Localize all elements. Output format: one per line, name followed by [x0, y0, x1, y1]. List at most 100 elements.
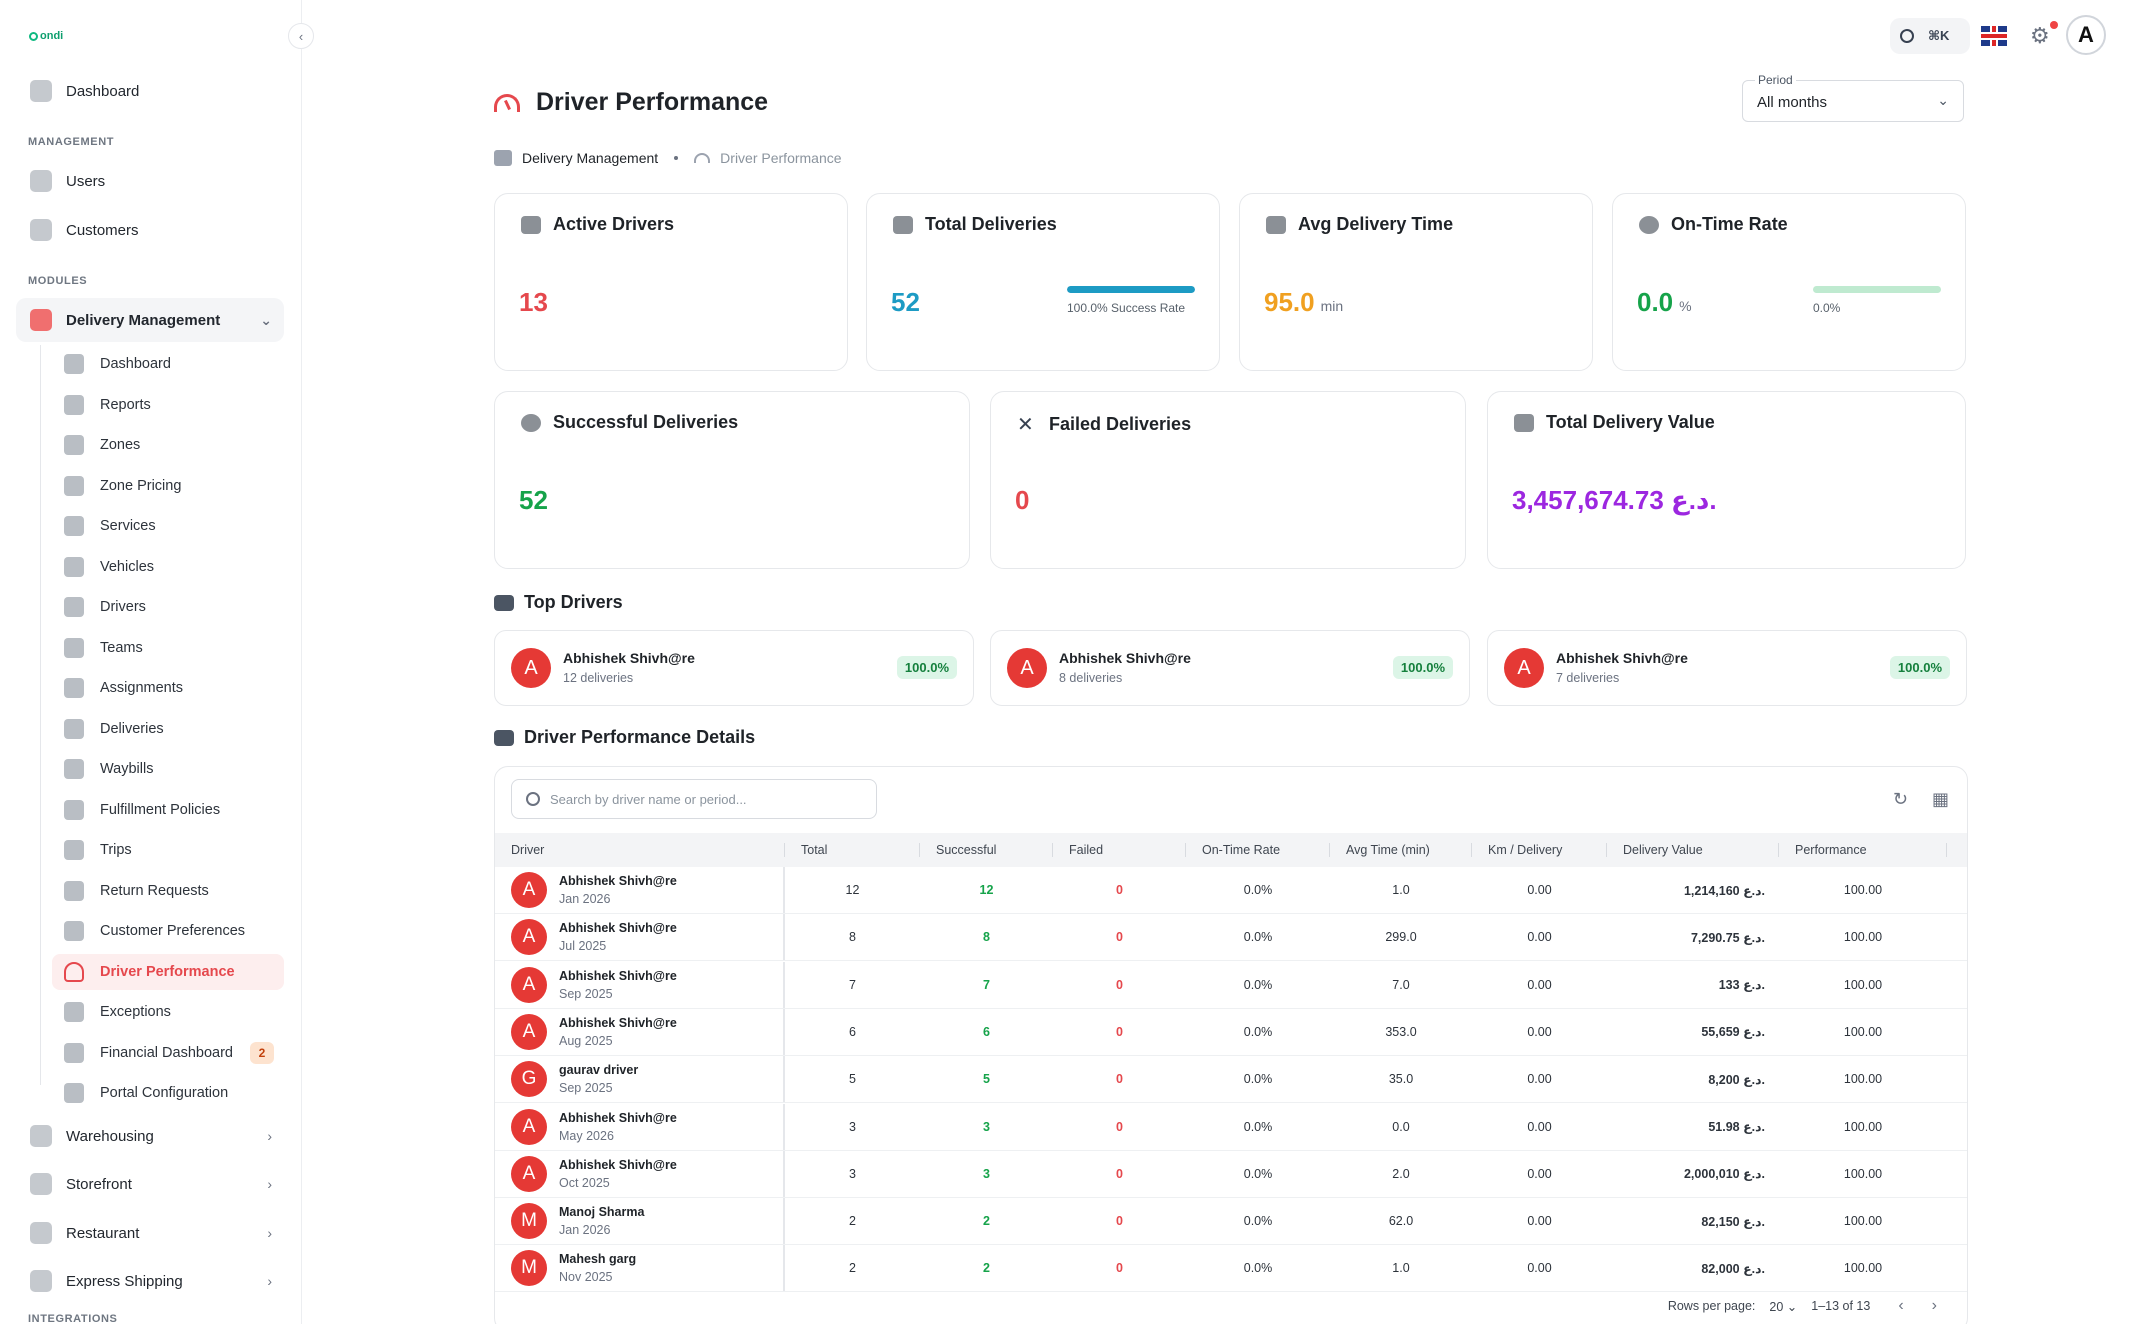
table-row[interactable]: A Abhishek Shivh@re Jul 2025 8 8 0 0.0% 299.0 0.…	[495, 914, 1967, 962]
sidebar-item-restaurant[interactable]: Restaurant ›	[16, 1211, 284, 1255]
user-avatar[interactable]: A	[2066, 15, 2106, 55]
sidebar-subitem-services[interactable]: Services	[52, 508, 284, 544]
app-logo[interactable]: ondi	[29, 30, 63, 42]
chevron-down-icon: ⌄	[260, 311, 272, 328]
sidebar-subitem-trips[interactable]: Trips	[52, 832, 284, 868]
sidebar-subitem-vehicles[interactable]: Vehicles	[52, 549, 284, 585]
search-placeholder: Search by driver name or period...	[550, 791, 747, 807]
column-header[interactable]: Failed	[1053, 843, 1186, 857]
table-row[interactable]: A Abhishek Shivh@re Oct 2025 3 3 0 0.0% 2.0 0.00…	[495, 1150, 1967, 1198]
sidebar-subitem-deliveries[interactable]: Deliveries	[52, 711, 284, 747]
cell-avg-time: 0.0	[1392, 1119, 1410, 1134]
top-driver-card[interactable]: A Abhishek Shivh@re 7 deliveries 100.0%	[1487, 630, 1967, 706]
stat-label: Failed Deliveries	[1049, 414, 1192, 434]
submenu-item-icon	[64, 435, 84, 455]
language-flag-icon[interactable]	[1981, 26, 2007, 46]
driver-period: Aug 2025	[559, 1033, 613, 1048]
restaurant-icon	[30, 1222, 52, 1244]
sidebar-item-customers[interactable]: Customers	[16, 208, 284, 252]
sidebar-subitem-return-requests[interactable]: Return Requests	[52, 873, 284, 909]
sidebar-subitem-assignments[interactable]: Assignments	[52, 670, 284, 706]
stat-unit: min	[1320, 298, 1344, 314]
cell-km: 0.00	[1527, 1166, 1552, 1181]
sidebar-subitem-label: Trips	[100, 842, 132, 858]
search-input[interactable]: Search by driver name or period...	[511, 779, 877, 819]
stat-value: 95.0	[1264, 287, 1315, 317]
period-value: All months	[1757, 94, 1828, 111]
rows-per-page-select[interactable]: 20 ⌄	[1769, 1299, 1797, 1314]
table-row[interactable]: Ggaurav driver Sep 2025 5 5 0 0.0% 35.0 0.00 8,2…	[495, 1056, 1967, 1104]
submenu-item-icon	[64, 597, 84, 617]
sidebar-subitem-exceptions[interactable]: Exceptions	[52, 994, 284, 1030]
sidebar-item-warehousing[interactable]: Warehousing ›	[16, 1114, 284, 1158]
submenu-item-icon	[64, 475, 84, 496]
sidebar-subitem-waybills[interactable]: Waybills	[52, 751, 284, 787]
period-select[interactable]: Period All months ⌄	[1742, 73, 1964, 122]
column-header[interactable]: On-Time Rate	[1186, 843, 1330, 857]
sidebar-subitem-financial-dashboard[interactable]: Financial Dashboard 2	[52, 1035, 284, 1071]
sidebar-item-storefront[interactable]: Storefront ›	[16, 1162, 284, 1206]
table-header: Driver Total Successful Failed On-Time Rate A…	[495, 833, 1967, 867]
sidebar-subitem-driver-performance[interactable]: Driver Performance	[52, 953, 284, 990]
sidebar-item-dashboard[interactable]: Dashboard	[16, 69, 284, 113]
table-row[interactable]: A Abhishek Shivh@re Jan 2026 12 12 0 0.0% 1.0 0.…	[495, 867, 1967, 914]
table-row[interactable]: A Abhishek Shivh@re Aug 2025 6 6 0 0.0% 353.0 0.…	[495, 1008, 1967, 1056]
logo-mark-icon	[29, 31, 38, 41]
sidebar-subitem-reports[interactable]: Reports	[52, 387, 284, 423]
gear-icon: ⚙	[2030, 23, 2050, 48]
cell-value: 55,659 د.ع.	[1701, 1025, 1765, 1040]
sidebar-subitem-zones[interactable]: Zones	[52, 427, 284, 463]
sidebar-subitem-zone-pricing[interactable]: Zone Pricing	[52, 468, 284, 504]
sidebar-item-express-shipping[interactable]: Express Shipping ›	[16, 1259, 284, 1303]
stat-value: 52	[519, 485, 548, 515]
prev-page-button[interactable]: ‹	[1898, 1297, 1903, 1315]
next-page-button[interactable]: ›	[1932, 1297, 1937, 1315]
customers-icon	[30, 219, 52, 241]
cell-value: 7,290.75 د.ع.	[1690, 930, 1765, 945]
column-header[interactable]: Delivery Value	[1607, 843, 1779, 857]
sidebar-subitem-label: Waybills	[100, 761, 154, 777]
driver-cell: A Abhishek Shivh@re Jan 2026	[495, 867, 785, 913]
settings-button[interactable]: ⚙	[2030, 21, 2058, 48]
column-header[interactable]: Total	[785, 843, 920, 857]
sidebar-subitem-label: Portal Configuration	[100, 1085, 229, 1101]
column-header[interactable]: Avg Time (min)	[1330, 843, 1472, 857]
stat-label: Active Drivers	[553, 214, 675, 234]
table-row[interactable]: A Abhishek Shivh@re May 2026 3 3 0 0.0% 0.0 0.00…	[495, 1103, 1967, 1151]
column-header[interactable]: Successful	[920, 843, 1053, 857]
column-header[interactable]: Performance	[1779, 843, 1947, 857]
column-header[interactable]: Driver	[495, 843, 785, 857]
sidebar-subitem-teams[interactable]: Teams	[52, 630, 284, 666]
refresh-icon[interactable]: ↻	[1893, 789, 1908, 810]
cell-total: 12	[845, 883, 860, 897]
sidebar-subitem-drivers[interactable]: Drivers	[52, 589, 284, 625]
cell-successful: 5	[983, 1072, 990, 1087]
sidebar-item-label: Express Shipping	[66, 1272, 183, 1290]
stat-value: 13	[519, 287, 548, 317]
sidebar-subitem-dashboard[interactable]: Dashboard	[52, 346, 284, 382]
sidebar-subitem-customer-preferences[interactable]: Customer Preferences	[52, 913, 284, 949]
sidebar-subitem-portal-configuration[interactable]: Portal Configuration	[52, 1075, 284, 1111]
sidebar-item-delivery-management[interactable]: Delivery Management ⌄	[16, 298, 284, 342]
cell-failed: 0	[1116, 1119, 1123, 1134]
column-header[interactable]: Km / Delivery	[1472, 843, 1607, 857]
collapse-sidebar-button[interactable]: ‹	[288, 23, 314, 49]
sidebar-subitem-fulfillment-policies[interactable]: Fulfillment Policies	[52, 792, 284, 828]
stat-card-on-time-rate: On-Time Rate 0.0% 0.0%	[1612, 193, 1966, 371]
close-icon: ✕	[1017, 414, 1034, 436]
driver-cell: M Manoj Sharma Jan 2026	[495, 1198, 785, 1245]
table-row[interactable]: M Manoj Sharma Jan 2026 2 2 0 0.0% 62.0 0.00 82,1…	[495, 1198, 1967, 1246]
sidebar-item-users[interactable]: Users	[16, 159, 284, 203]
top-driver-card[interactable]: A Abhishek Shivh@re 8 deliveries 100.0%	[990, 630, 1470, 706]
notification-dot	[2050, 21, 2058, 29]
sidebar-subitem-label: Assignments	[100, 680, 184, 696]
cell-failed: 0	[1116, 1166, 1123, 1181]
search-shortcut-button[interactable]: ⌘K	[1890, 18, 1970, 54]
submenu-item-icon	[64, 921, 84, 941]
top-driver-card[interactable]: A Abhishek Shivh@re 12 deliveries 100.0%	[494, 630, 974, 706]
cell-on-time: 0.0%	[1243, 977, 1273, 992]
performance-table: Search by driver name or period... ↻ ▦ D…	[494, 766, 1968, 1324]
breadcrumb-parent[interactable]: Delivery Management	[522, 150, 658, 166]
columns-icon[interactable]: ▦	[1932, 789, 1949, 810]
table-row[interactable]: A Abhishek Shivh@re Sep 2025 7 7 0 0.0% 7.0 0.00…	[495, 961, 1967, 1009]
